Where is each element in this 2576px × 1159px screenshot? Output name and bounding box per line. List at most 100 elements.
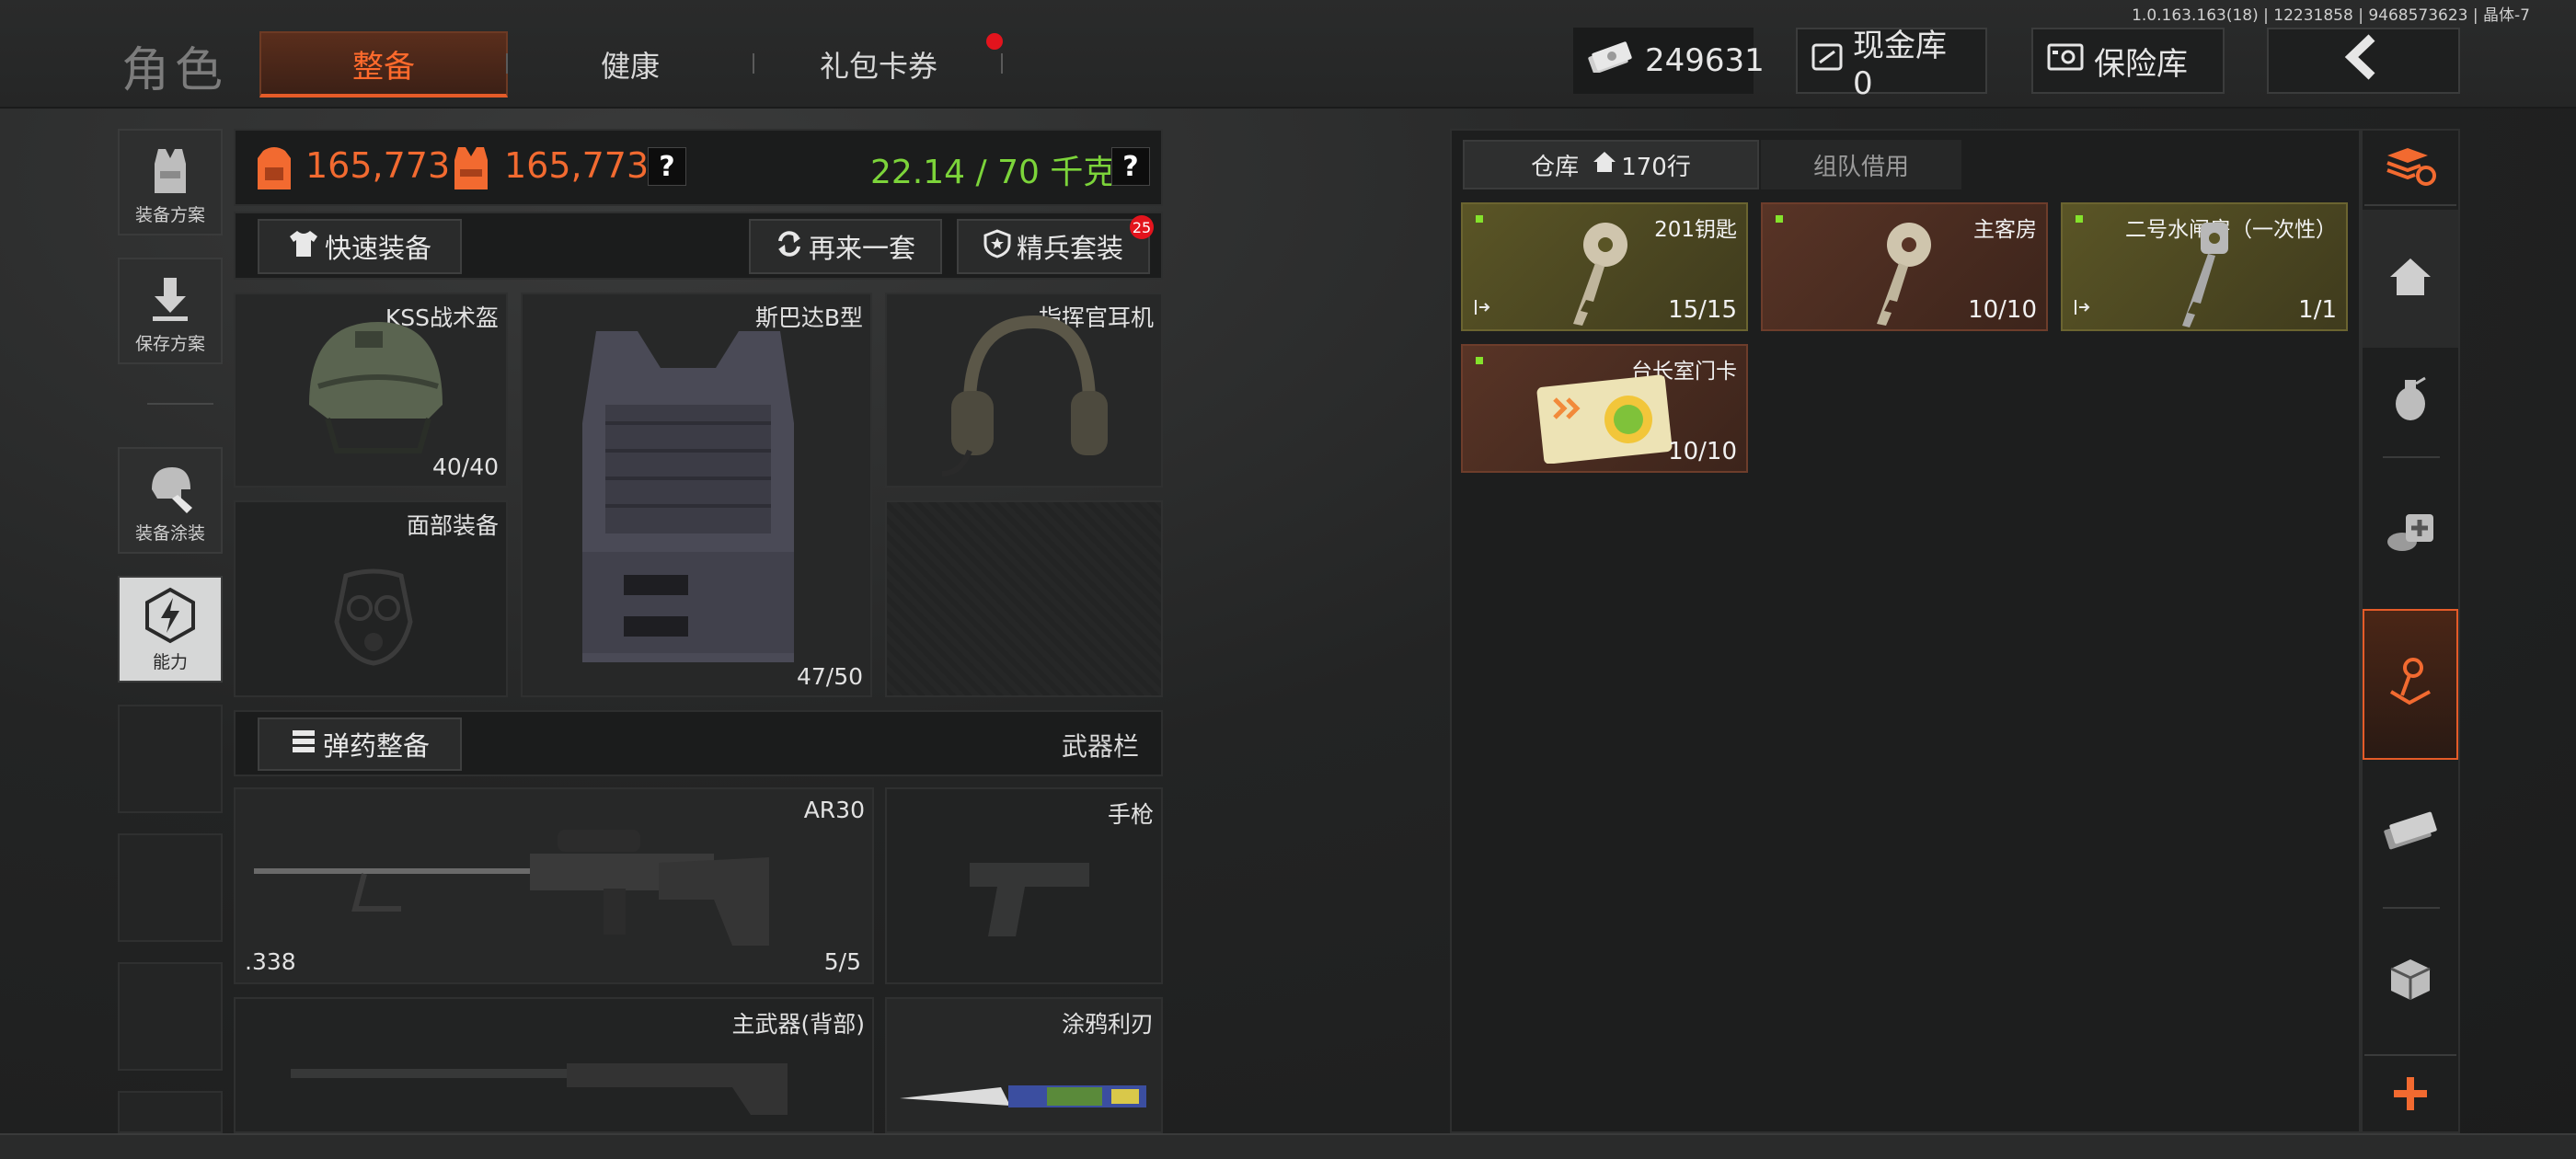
tab-equip[interactable]: 整备 — [259, 31, 508, 98]
shirt-icon — [288, 229, 319, 265]
equipment-skin-label: 装备涂装 — [134, 523, 205, 544]
back-weapon-slot[interactable]: 主武器(背部) — [234, 997, 874, 1133]
armor-durability: 47/50 — [796, 663, 863, 690]
safe-box-button[interactable]: 保险库 — [2031, 28, 2225, 94]
sniper-rifle-icon — [254, 817, 843, 958]
primary-weapon-slot[interactable]: AR30 .338 5/5 — [234, 787, 874, 984]
save-plan-label: 保存方案 — [134, 334, 205, 354]
stack-refresh-icon — [2384, 144, 2437, 192]
nav-home[interactable] — [2363, 210, 2458, 348]
tab-gift-coupons[interactable]: 礼包卡券 — [754, 31, 1003, 98]
primary-ammo-count: 5/5 — [823, 948, 861, 975]
tab-equip-label: 整备 — [352, 48, 415, 86]
inventory-item[interactable]: 台长室门卡 10/10 — [1461, 344, 1748, 473]
primary-ammo-type: .338 — [245, 948, 296, 975]
body-armor-icon — [550, 313, 826, 684]
nav-box[interactable] — [2363, 925, 2458, 1036]
item-name: 主客房 — [1973, 218, 2037, 242]
loadout-plan-button[interactable]: 装备方案 — [118, 129, 223, 235]
equipment-skin-button[interactable]: 装备涂装 — [118, 447, 223, 554]
key-icon — [1858, 217, 1941, 331]
safe-box-label: 保险库 — [2094, 45, 2188, 83]
inventory-item[interactable]: 主客房 10/10 — [1761, 202, 2048, 331]
helmet-durability: 40/40 — [431, 453, 499, 480]
melee-name: 涂鸦利刃 — [1061, 1011, 1154, 1038]
empty-slot — [118, 962, 223, 1071]
again-label: 再来一套 — [808, 233, 915, 264]
vest-icon — [145, 145, 195, 201]
ability-button[interactable]: 能力 — [118, 576, 223, 683]
cash-vault-button[interactable]: 现金库 0 — [1796, 28, 1987, 102]
tab-team-borrow[interactable]: 组队借用 — [1761, 140, 1961, 189]
medkit-icon — [2384, 509, 2437, 558]
ammo-equip-button[interactable]: 弹药整备 — [258, 717, 462, 771]
rifle-silhouette-icon — [291, 1050, 806, 1128]
page-title: 角色 — [121, 43, 229, 98]
back-weapon-name: 主武器(背部) — [731, 1011, 865, 1038]
elite-set-button[interactable]: 精兵套装 — [957, 219, 1150, 274]
nav-add[interactable] — [2363, 1060, 2458, 1131]
empty-slot — [118, 1091, 223, 1133]
butterfly-knife-icon — [900, 1078, 1157, 1119]
value-help-label: ? — [659, 150, 675, 183]
pistol-icon — [960, 854, 1098, 949]
tab-warehouse[interactable]: 仓库 170行 — [1463, 140, 1759, 189]
cash-stack-icon — [2382, 810, 2439, 856]
currency-display: 249631 — [1573, 28, 1765, 94]
inventory-item[interactable]: 二号水闸房（一次性） 1/1 — [2061, 202, 2348, 331]
nav-divider — [2364, 204, 2456, 206]
shield-star-icon — [983, 228, 1011, 265]
nav-cash[interactable] — [2363, 778, 2458, 889]
item-count: 10/10 — [1668, 438, 1737, 465]
stats-bar: 165,773 165,773 ? 22.14 / 70 千克 ? — [234, 129, 1163, 206]
quick-equip-button[interactable]: 快速装备 — [258, 219, 462, 274]
weight-value: 22.14 / 70 千克 — [870, 154, 1117, 191]
armor-value-icon — [451, 143, 491, 197]
again-button[interactable]: 再来一套 — [749, 219, 942, 274]
melee-slot[interactable]: 涂鸦利刃 — [885, 997, 1163, 1133]
grenade-icon — [2390, 374, 2431, 426]
quick-equip-label: 快速装备 — [324, 233, 431, 264]
cash-vault-label: 现金库 0 — [1853, 27, 1947, 102]
nav-grenade[interactable] — [2363, 350, 2458, 451]
headset-slot[interactable]: 指挥官耳机 — [885, 293, 1163, 488]
nav-divider — [2383, 456, 2440, 458]
nav-medkit[interactable] — [2363, 478, 2458, 589]
key-icon — [2160, 217, 2243, 335]
ammo-icon — [290, 728, 317, 762]
item-count: 15/15 — [1668, 296, 1737, 324]
face-slot[interactable]: 面部装备 — [234, 500, 508, 697]
nav-keys-active[interactable] — [2363, 609, 2458, 760]
currency-value: 249631 — [1645, 42, 1765, 79]
helmet-slot[interactable]: KSS战术盔 40/40 — [234, 293, 508, 488]
notification-dot — [986, 33, 1003, 50]
weight-help-button[interactable]: ? — [1111, 147, 1150, 186]
nav-divider — [2383, 907, 2440, 909]
value-help-button[interactable]: ? — [648, 147, 686, 186]
tab-health[interactable]: 健康 — [508, 31, 753, 98]
armor-slot[interactable]: 斯巴达B型 47/50 — [521, 293, 872, 697]
save-plan-button[interactable]: 保存方案 — [118, 258, 223, 364]
elite-set-badge-count: 25 — [1132, 218, 1152, 236]
rarity-marker — [1776, 215, 1783, 223]
inventory-item[interactable]: 201钥匙 15/15 — [1461, 202, 1748, 331]
pistol-slot[interactable]: 手枪 — [885, 787, 1163, 984]
empty-equipment-slot[interactable] — [885, 500, 1163, 697]
team-borrow-label: 组队借用 — [1812, 153, 1909, 181]
stack-refresh-button[interactable] — [2363, 134, 2458, 202]
key-icon — [1555, 217, 1638, 331]
back-button[interactable] — [2267, 28, 2460, 94]
back-arrow-icon — [2340, 33, 2386, 88]
download-icon — [147, 274, 193, 330]
safe-icon — [2046, 41, 2085, 81]
exit-icon — [2074, 298, 2092, 320]
pistol-name: 手枪 — [1107, 801, 1154, 828]
vault-icon — [1811, 40, 1844, 82]
cash-icon — [1586, 40, 1634, 81]
item-name: 201钥匙 — [1654, 218, 1737, 242]
warehouse-label: 仓库 — [1531, 153, 1580, 181]
warehouse-rows: 170行 — [1621, 153, 1691, 181]
home-icon — [1592, 150, 1617, 180]
rarity-marker — [1476, 357, 1483, 364]
keycard-icon — [1536, 372, 1674, 467]
